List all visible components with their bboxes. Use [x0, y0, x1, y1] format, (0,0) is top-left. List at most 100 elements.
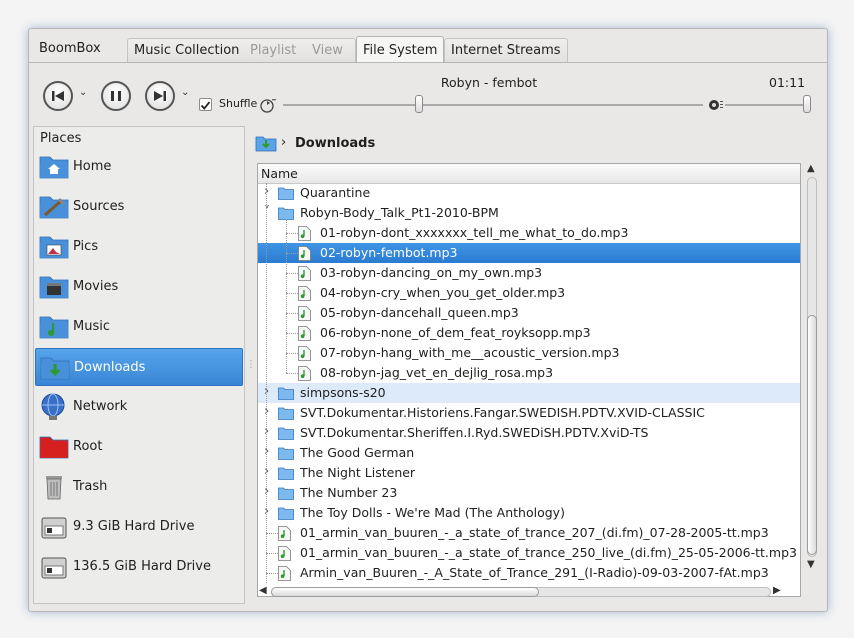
row-label: 08-robyn-jag_vet_en_dejlig_rosa.mp3 [320, 365, 554, 380]
column-header-name[interactable]: Name [258, 164, 800, 184]
folder-icon [278, 506, 294, 523]
audio-file-icon [298, 266, 311, 284]
app-name[interactable]: BoomBox [39, 41, 101, 56]
folder-row[interactable]: ˅ Robyn-Body_Talk_Pt1-2010-BPM [258, 203, 800, 223]
tree-root-guide-line [266, 183, 267, 583]
vertical-scrollbar[interactable]: ▲ ▼ [804, 163, 820, 597]
audio-file-icon [278, 546, 291, 564]
file-row[interactable]: 04-robyn-cry_when_you_get_older.mp3 [258, 283, 800, 303]
volume-slider-handle[interactable] [803, 95, 811, 113]
place-music[interactable]: Music [35, 308, 243, 346]
folder-row[interactable]: › The Number 23 [258, 483, 800, 503]
folder-row[interactable]: › SVT.Dokumentar.Sheriffen.I.Ryd.SWEDiSH.… [258, 423, 800, 443]
now-playing-title: Robyn - fembot [440, 75, 538, 90]
shuffle-icon [260, 99, 276, 113]
file-row[interactable]: 01_armin_van_buuren_-_a_state_of_trance_… [258, 543, 800, 563]
root-folder-icon [39, 433, 69, 461]
pause-button[interactable] [101, 81, 131, 111]
place-sources[interactable]: Sources [35, 188, 243, 226]
tree-connector [286, 293, 298, 294]
folder-row[interactable]: › The Toy Dolls - We're Mad (The Antholog… [258, 503, 800, 523]
place-home[interactable]: Home [35, 148, 243, 186]
folder-row[interactable]: › SVT.Dokumentar.Historiens.Fangar.SWEDIS… [258, 403, 800, 423]
file-row[interactable]: Armin_van_Buuren_-_A_State_of_Trance_291… [258, 563, 800, 583]
scroll-left-icon[interactable]: ◀ [259, 585, 267, 596]
horizontal-scrollbar[interactable]: ◀ ▶ [257, 585, 801, 599]
volume-slider-track[interactable] [725, 104, 809, 106]
folder-icon [278, 446, 294, 463]
row-label: 01_armin_van_buuren_-_a_state_of_trance_… [300, 545, 797, 560]
music-folder-icon [39, 313, 69, 341]
file-row[interactable]: 01-robyn-dont_xxxxxxx_tell_me_what_to_do… [258, 223, 800, 243]
folder-icon [278, 386, 294, 403]
row-label: The Night Listener [300, 465, 416, 480]
file-row[interactable]: 01_armin_van_buuren_-_a_state_of_trance_… [258, 523, 800, 543]
place-136-5-gib-hard-drive[interactable]: 136.5 GiB Hard Drive [35, 548, 243, 586]
volume-icon[interactable] [708, 98, 724, 112]
place-label: Home [73, 159, 112, 174]
seek-slider-handle[interactable] [415, 95, 423, 113]
tab-bar: BoomBox Music Collection Playlist View F… [29, 29, 827, 63]
scroll-down-icon[interactable]: ▼ [807, 559, 815, 570]
shuffle-checkbox[interactable] [199, 98, 212, 111]
audio-file-icon [298, 346, 311, 364]
shuffle-label[interactable]: Shuffle [219, 97, 257, 110]
next-menu-chevron-icon[interactable]: ⌄ [181, 87, 189, 98]
scroll-up-icon[interactable]: ▲ [807, 163, 815, 174]
splitter-handle[interactable]: ⋮ [246, 359, 256, 370]
folder-row[interactable]: › simpsons-s20 [258, 383, 800, 403]
file-tree[interactable]: Name › Quarantine ˅ Robyn-Body_Talk_Pt1-201… [257, 163, 801, 597]
file-row[interactable]: 02-robyn-fembot.mp3 [258, 243, 800, 263]
audio-file-icon [298, 326, 311, 344]
breadcrumb-current[interactable]: Downloads [295, 136, 375, 151]
file-row[interactable]: 08-robyn-jag_vet_en_dejlig_rosa.mp3 [258, 363, 800, 383]
tab-music-collection[interactable]: Music Collection [127, 38, 246, 62]
tab-internet-streams[interactable]: Internet Streams [444, 38, 568, 62]
file-row[interactable]: 06-robyn-none_of_dem_feat_royksopp.mp3 [258, 323, 800, 343]
vertical-scroll-thumb[interactable] [807, 315, 817, 555]
place-label: Pics [73, 239, 99, 254]
downloads-folder-icon[interactable] [255, 134, 277, 152]
row-label: 03-robyn-dancing_on_my_own.mp3 [320, 265, 543, 280]
folder-row[interactable]: › Quarantine [258, 183, 800, 203]
file-row[interactable]: 03-robyn-dancing_on_my_own.mp3 [258, 263, 800, 283]
expand-arrow-down-icon[interactable]: ˅ [264, 204, 270, 218]
pause-icon [111, 91, 121, 101]
folder-row[interactable]: › The Night Listener [258, 463, 800, 483]
row-label: The Toy Dolls - We're Mad (The Anthology… [300, 505, 565, 520]
file-row[interactable]: 05-robyn-dancehall_queen.mp3 [258, 303, 800, 323]
horizontal-scroll-thumb[interactable] [271, 587, 539, 597]
scroll-right-icon[interactable]: ▶ [773, 585, 781, 596]
place-downloads[interactable]: Downloads [35, 348, 243, 386]
breadcrumb-separator: › [281, 135, 287, 150]
folder-icon [278, 466, 294, 483]
place-movies[interactable]: Movies [35, 268, 243, 306]
tab-view: View [312, 43, 343, 58]
places-panel: Places Home Sources Pics Movies Music Downloa… [33, 126, 245, 604]
file-row[interactable]: 07-robyn-hang_with_me__acoustic_version.… [258, 343, 800, 363]
place-pics[interactable]: Pics [35, 228, 243, 266]
trash-icon [39, 473, 69, 501]
column-header-label: Name [261, 166, 298, 181]
hard-drive-icon [39, 513, 69, 541]
place-trash[interactable]: Trash [35, 468, 243, 506]
previous-button[interactable] [43, 81, 73, 111]
place-label: 9.3 GiB Hard Drive [73, 519, 195, 534]
places-title: Places [40, 131, 82, 146]
row-label: 05-robyn-dancehall_queen.mp3 [320, 305, 519, 320]
tab-divider [29, 62, 827, 63]
next-button[interactable] [145, 81, 175, 111]
tab-file-system[interactable]: File System [356, 36, 445, 63]
checkmark-icon [200, 101, 211, 110]
place-root[interactable]: Root [35, 428, 243, 466]
row-label: The Number 23 [300, 485, 398, 500]
tree-connector [286, 273, 298, 274]
place-label: 136.5 GiB Hard Drive [73, 559, 211, 574]
place-9-3-gib-hard-drive[interactable]: 9.3 GiB Hard Drive [35, 508, 243, 546]
place-network[interactable]: Network [35, 388, 243, 426]
seek-slider-track[interactable] [283, 104, 703, 106]
previous-menu-chevron-icon[interactable]: ⌄ [79, 87, 87, 98]
tree-connector [286, 353, 298, 354]
downloads-folder-icon [40, 354, 70, 382]
folder-row[interactable]: › The Good German [258, 443, 800, 463]
